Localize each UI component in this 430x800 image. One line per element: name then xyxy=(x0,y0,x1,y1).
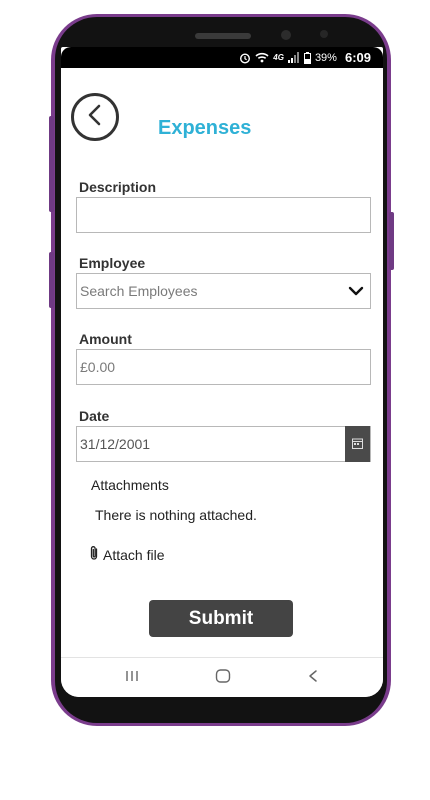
power-button xyxy=(389,212,394,270)
employee-dropdown[interactable]: Search Employees xyxy=(76,273,371,309)
paperclip-icon xyxy=(89,545,99,564)
navigation-bar xyxy=(61,657,383,697)
amount-label: Amount xyxy=(79,331,132,347)
signal-icon xyxy=(287,52,300,63)
attachments-title: Attachments xyxy=(91,477,169,493)
screen: 4G 39% 6:09 Expenses Description Employe… xyxy=(61,47,383,697)
description-label: Description xyxy=(79,179,157,195)
battery-icon xyxy=(303,51,311,64)
date-field[interactable]: 31/12/2001 xyxy=(76,426,371,462)
battery-percent: 39% xyxy=(314,51,337,64)
chevron-down-icon[interactable] xyxy=(348,284,364,300)
page-title: Expenses xyxy=(158,117,252,139)
front-sensor xyxy=(320,30,328,38)
date-value: 31/12/2001 xyxy=(80,436,151,452)
network-type-label: 4G xyxy=(273,53,284,62)
employee-placeholder: Search Employees xyxy=(80,283,198,299)
home-button[interactable] xyxy=(203,658,243,697)
back-button[interactable] xyxy=(71,93,119,141)
wifi-icon xyxy=(255,52,269,63)
date-picker-button[interactable] xyxy=(345,426,370,462)
volume-down-button xyxy=(49,252,54,308)
status-bar: 4G 39% 6:09 xyxy=(61,47,383,68)
back-icon xyxy=(307,669,319,688)
calendar-icon xyxy=(352,436,363,452)
attach-file-label: Attach file xyxy=(103,546,165,563)
front-camera xyxy=(281,30,291,40)
chevron-left-icon xyxy=(85,103,105,132)
date-label: Date xyxy=(79,408,110,424)
submit-button[interactable]: Submit xyxy=(149,600,293,637)
earpiece-speaker xyxy=(195,33,251,39)
home-icon xyxy=(215,668,231,689)
amount-field[interactable]: £0.00 xyxy=(76,349,371,385)
volume-up-button xyxy=(49,116,54,212)
description-field[interactable] xyxy=(76,197,371,233)
nav-back-button[interactable] xyxy=(293,658,333,697)
recent-apps-icon xyxy=(125,669,139,688)
recent-apps-button[interactable] xyxy=(112,658,152,697)
attach-file-button[interactable]: Attach file xyxy=(89,545,164,564)
attachments-empty-text: There is nothing attached. xyxy=(95,507,257,523)
employee-label: Employee xyxy=(79,255,146,271)
clock: 6:09 xyxy=(344,50,371,65)
alarm-icon xyxy=(239,52,251,64)
